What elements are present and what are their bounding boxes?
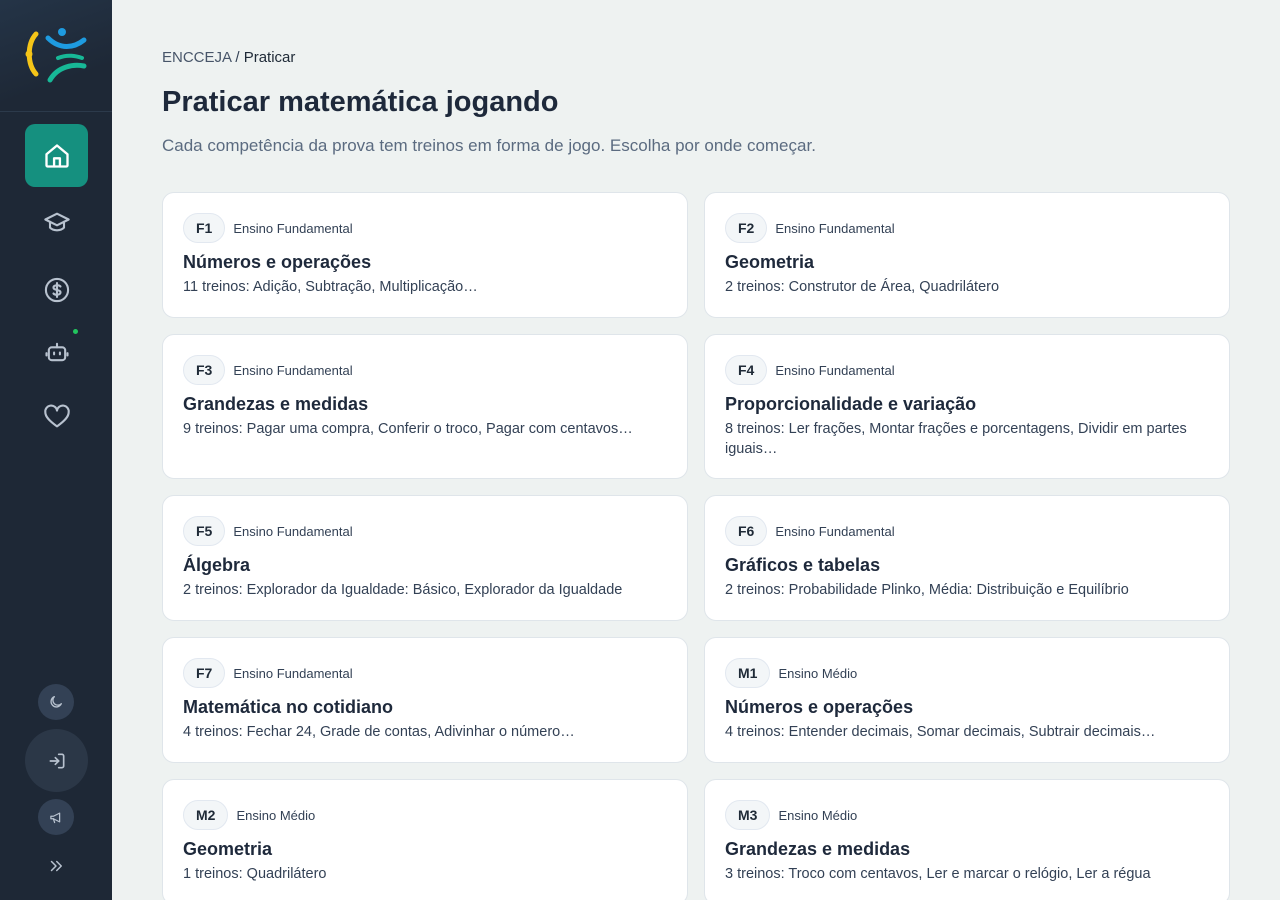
home-icon	[44, 143, 69, 168]
breadcrumb-current: Praticar	[243, 49, 296, 66]
app-logo-icon[interactable]	[24, 24, 88, 88]
card-level: Ensino Fundamental	[775, 523, 895, 539]
card-description: 4 treinos: Entender decimais, Somar deci…	[725, 724, 1156, 740]
card-description: 2 treinos: Explorador da Igualdade: Bási…	[183, 582, 623, 598]
competency-card-m2[interactable]: M2 Ensino Médio Geometria 1 treinos: Quad…	[162, 779, 688, 900]
card-title: Geometria	[725, 252, 815, 272]
page-subtitle: Cada competência da prova tem treinos em…	[162, 136, 816, 155]
card-level: Ensino Fundamental	[233, 665, 353, 681]
card-title: Grandezas e medidas	[725, 839, 911, 859]
competency-card-f3[interactable]: F3 Ensino Fundamental Grandezas e medidas…	[162, 334, 688, 479]
card-level: Ensino Fundamental	[775, 362, 895, 378]
card-code-badge: F2	[725, 213, 768, 243]
card-title: Grandezas e medidas	[183, 394, 369, 414]
card-title: Álgebra	[183, 555, 251, 575]
card-title: Números e operações	[725, 697, 914, 717]
robot-icon	[44, 342, 69, 361]
card-level: Ensino Fundamental	[775, 220, 895, 236]
card-description: 2 treinos: Probabilidade Plinko, Média: …	[725, 582, 1129, 598]
breadcrumb: ENCCEJA / Praticar	[162, 49, 295, 66]
card-title: Matemática no cotidiano	[183, 697, 394, 717]
logo-area	[0, 0, 112, 112]
card-code-badge: F7	[183, 658, 226, 688]
card-description: 9 treinos: Pagar uma compra, Conferir o …	[183, 421, 633, 437]
competency-card-f5[interactable]: F5 Ensino Fundamental Álgebra 2 treinos: …	[162, 495, 688, 621]
competency-card-m1[interactable]: M1 Ensino Médio Números e operações 4 tre…	[704, 637, 1230, 763]
breadcrumb-root-link[interactable]: ENCCEJA	[162, 49, 231, 66]
nav-home-button[interactable]	[25, 124, 88, 187]
competency-card-m3[interactable]: M3 Ensino Médio Grandezas e medidas 3 tre…	[704, 779, 1230, 900]
expand-sidebar-button[interactable]	[44, 854, 68, 878]
competency-card-f1[interactable]: F1 Ensino Fundamental Números e operações…	[162, 192, 688, 318]
competency-cards-grid: F1 Ensino Fundamental Números e operações…	[162, 192, 1230, 900]
card-level: Ensino Fundamental	[233, 220, 353, 236]
dollar-coin-icon	[44, 277, 69, 302]
breadcrumb-separator: /	[235, 49, 240, 66]
competency-card-f2[interactable]: F2 Ensino Fundamental Geometria 2 treinos…	[704, 192, 1230, 318]
chevrons-right-icon	[50, 860, 62, 872]
card-code-badge: F1	[183, 213, 226, 243]
moon-icon	[50, 696, 62, 708]
card-level: Ensino Fundamental	[233, 523, 353, 539]
card-title: Proporcionalidade e variação	[725, 394, 977, 414]
card-code-badge: F5	[183, 516, 226, 546]
card-level: Ensino Médio	[778, 807, 858, 823]
card-level: Ensino Fundamental	[233, 362, 353, 378]
card-code-badge: M3	[725, 800, 771, 830]
logout-icon	[49, 753, 64, 768]
card-title: Números e operações	[183, 252, 372, 272]
nav-assistant-button[interactable]	[25, 320, 88, 383]
notification-dot	[73, 329, 78, 334]
card-description: 4 treinos: Fechar 24, Grade de contas, A…	[183, 724, 575, 740]
card-description: 11 treinos: Adição, Subtração, Multiplic…	[183, 279, 478, 295]
nav-courses-button[interactable]	[25, 191, 88, 254]
announcements-button[interactable]	[38, 799, 74, 835]
card-description: 2 treinos: Construtor de Área, Quadrilát…	[725, 279, 1000, 295]
logout-button[interactable]	[25, 729, 88, 792]
competency-card-f6[interactable]: F6 Ensino Fundamental Gráficos e tabelas …	[704, 495, 1230, 621]
card-code-badge: F6	[725, 516, 768, 546]
card-level: Ensino Médio	[236, 807, 316, 823]
card-code-badge: F4	[725, 355, 768, 385]
card-description: 3 treinos: Troco com centavos, Ler e mar…	[725, 866, 1151, 882]
heart-icon	[43, 404, 70, 427]
nav-finance-button[interactable]	[25, 258, 88, 321]
card-description: 8 treinos: Ler frações, Montar frações e…	[725, 421, 1187, 457]
card-description: 1 treinos: Quadrilátero	[183, 866, 327, 882]
graduation-cap-icon	[43, 212, 70, 231]
dark-mode-toggle[interactable]	[38, 684, 74, 720]
card-title: Geometria	[183, 839, 273, 859]
sidebar	[0, 0, 112, 900]
card-code-badge: M2	[183, 800, 229, 830]
nav-favorites-button[interactable]	[25, 385, 88, 448]
competency-card-f4[interactable]: F4 Ensino Fundamental Proporcionalidade e…	[704, 334, 1230, 479]
competency-card-f7[interactable]: F7 Ensino Fundamental Matemática no cotid…	[162, 637, 688, 763]
card-code-badge: F3	[183, 355, 226, 385]
page-title: Praticar matemática jogando	[162, 86, 559, 118]
card-level: Ensino Médio	[778, 665, 858, 681]
card-code-badge: M1	[725, 658, 771, 688]
card-title: Gráficos e tabelas	[725, 555, 881, 575]
megaphone-icon	[49, 812, 60, 823]
